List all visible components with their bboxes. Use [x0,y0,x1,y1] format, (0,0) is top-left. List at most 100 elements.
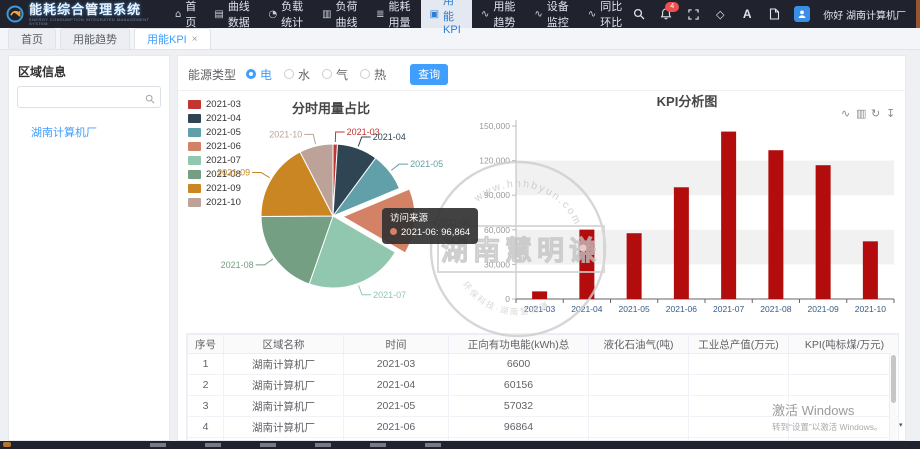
nav-item-首页[interactable]: ⌂首页 [166,0,205,28]
search-icon[interactable] [632,7,646,21]
nav-item-label: 用能KPI [443,0,463,36]
user-greeting[interactable]: 你好 湖南计算机厂 [823,7,906,22]
background-window-strip [0,441,920,449]
device-monitor-icon: ∿ [534,9,542,20]
search-icon[interactable] [145,91,155,109]
pie-label-line [358,137,370,146]
bar-2021-09[interactable] [816,165,831,299]
table-scrollbar-thumb[interactable] [891,355,896,403]
app-logo[interactable]: 能耗综合管理系统 ENERGY CONSUMPTION INTEGRATED M… [0,3,166,26]
pie-label-line [417,222,436,223]
tab-label: 用能趋势 [73,31,117,47]
tab-close-icon[interactable]: × [192,34,198,45]
toolbox-restore-icon[interactable]: ↻ [871,108,880,120]
tab-用能趋势[interactable]: 用能趋势 [60,28,130,49]
nav-item-设备监控[interactable]: ∿设备监控 [525,0,578,28]
tab-首页[interactable]: 首页 [8,28,56,49]
background-window-marks [150,443,480,447]
bar-2021-03[interactable] [532,291,547,299]
filter-label: 能源类型 [188,66,236,83]
table-cell: 1 [188,354,224,375]
tab-label: 首页 [21,31,43,47]
toolbox-line-icon[interactable]: ∿ [841,108,850,120]
radio-热[interactable]: 热 [360,66,386,83]
table-cell [589,417,689,438]
y-tick-label: 30,000 [484,259,510,269]
nav-item-曲线数据[interactable]: ▤曲线数据 [205,0,259,28]
energy-type-radio-group: 电水气 热 [246,66,386,83]
user-avatar[interactable] [794,6,810,22]
compare-icon: ∿ [588,9,596,20]
table-header-cell: 区域名称 [224,335,344,354]
nav-item-负荷曲线[interactable]: ▥负荷曲线 [313,0,367,28]
bar-2021-10[interactable] [863,241,878,299]
tab-用能KPI[interactable]: 用能KPI× [134,28,211,49]
table-cell: 湖南计算机厂 [224,354,344,375]
nav-item-用能KPI[interactable]: ▣用能KPI [421,0,472,28]
notification-badge: 4 [665,2,679,12]
main-panel: 能源类型 电水气热 查询 分时用量占比 2021-032021-042021-0… [177,55,906,441]
nav-item-负载统计[interactable]: ◔负载统计 [259,0,313,28]
nav-item-label: 同比环比 [600,0,623,30]
bar-2021-06[interactable] [674,187,689,299]
y-tick-label: 150,000 [479,121,510,131]
table-row: 2湖南计算机厂2021-0460156 [188,375,900,396]
sidebar-item-region[interactable]: 湖南计算机厂 [31,124,169,140]
nav-item-label: 用能趋势 [493,0,516,30]
kpi-data-table: 序号区域名称时间正向有功电能(kWh)总液化石油气(吨)工业总产值(万元)KPI… [187,334,899,441]
font-size-icon[interactable]: A [740,7,754,21]
table-cell [689,375,789,396]
bar-2021-04[interactable] [579,230,594,299]
pie-label-line [391,164,408,170]
x-tick-label: 2021-04 [571,304,602,314]
table-cell: 2021-04 [344,375,449,396]
pie-label: 2021-09 [217,168,250,178]
table-cell [689,354,789,375]
bar-2021-08[interactable] [768,150,783,299]
notifications-bell-icon[interactable]: 4 [659,7,673,21]
table-row: 1湖南计算机厂2021-036600 [188,354,900,375]
pie-label: 2021-06 [438,217,471,227]
table-cell: 2021-03 [344,354,449,375]
logo-icon [6,4,24,24]
x-tick-label: 2021-07 [713,304,744,314]
table-cell [789,417,900,438]
radio-label: 热 [374,66,386,83]
pie-chart[interactable]: 2021-032021-042021-052021-062021-072021-… [178,92,478,337]
toolbox-download-icon[interactable]: ↧ [886,108,895,120]
radio-dot [246,69,256,79]
pie-label-line [252,173,270,178]
x-tick-label: 2021-10 [855,304,886,314]
region-search-input[interactable] [22,88,156,106]
radio-电[interactable]: 电 [246,66,272,83]
nav-item-label: 能耗用量 [389,0,412,30]
kpi-bar-chart[interactable]: KPI分析图∿▥↻↧030,00060,00090,000120,000150,… [473,92,903,342]
table-cell [589,375,689,396]
fullscreen-icon[interactable] [686,7,700,21]
table-cell [789,354,900,375]
table-cell: 湖南计算机厂 [224,396,344,417]
nav-item-用能趋势[interactable]: ∿用能趋势 [472,0,525,28]
table-cell: 湖南计算机厂 [224,375,344,396]
bar-2021-07[interactable] [721,132,736,299]
query-button[interactable]: 查询 [410,64,448,85]
pie-label-line [335,132,344,142]
nav-item-能耗用量[interactable]: ≣能耗用量 [367,0,420,28]
table-row: 4湖南计算机厂2021-0696864 [188,417,900,438]
theme-gem-icon[interactable]: ◇ [713,7,727,21]
toolbox-bar-icon[interactable]: ▥ [856,108,866,120]
x-tick-label: 2021-08 [760,304,791,314]
table-cell: 2021-05 [344,396,449,417]
bar-2021-05[interactable] [627,233,642,299]
table-scrollbar [889,353,897,441]
document-icon[interactable] [767,7,781,21]
nav-item-同比环比[interactable]: ∿ 同比环比 [579,0,632,28]
y-tick-label: 0 [505,294,510,304]
top-navbar: 能耗综合管理系统 ENERGY CONSUMPTION INTEGRATED M… [0,0,920,28]
radio-水[interactable]: 水 [284,66,310,83]
bar-chart-title: KPI分析图 [657,94,718,109]
radio-气[interactable]: 气 [322,66,348,83]
scroll-down-arrow[interactable]: ▾ [899,421,903,429]
table-cell [589,354,689,375]
load-stats-icon: ◔ [268,9,277,20]
